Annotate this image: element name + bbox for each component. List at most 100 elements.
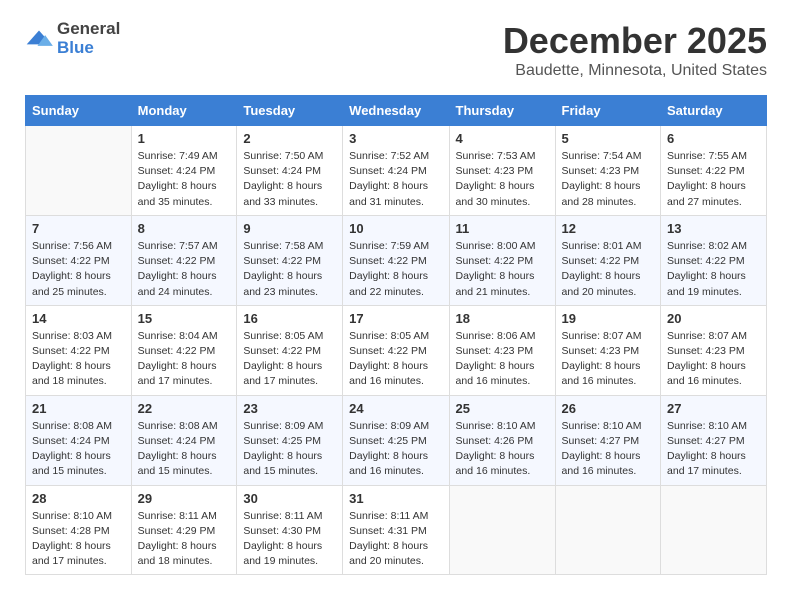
cell-line: Sunrise: 8:10 AM [667,419,760,434]
cell-line: Daylight: 8 hours [562,179,654,194]
cell-line: Daylight: 8 hours [138,449,231,464]
cell-line: Daylight: 8 hours [667,269,760,284]
day-number: 26 [562,401,654,416]
cell-line: Sunset: 4:23 PM [456,164,549,179]
cell-line: Daylight: 8 hours [243,539,336,554]
calendar-cell: 26Sunrise: 8:10 AMSunset: 4:27 PMDayligh… [555,395,660,485]
calendar-cell: 29 Sunrise: 8:11 AMSunset: 4:29 PMDayligh… [131,485,237,575]
cell-line: and 17 minutes. [243,374,336,389]
cell-line: Sunrise: 8:07 AM [562,329,654,344]
cell-line: Daylight: 8 hours [562,359,654,374]
calendar-cell: 22 Sunrise: 8:08 AMSunset: 4:24 PMDayligh… [131,395,237,485]
cell-line: Sunset: 4:24 PM [138,164,231,179]
cell-line: Sunset: 4:27 PM [562,434,654,449]
calendar-cell: 14Sunrise: 8:03 AMSunset: 4:22 PMDayligh… [26,305,132,395]
cell-line: and 15 minutes. [243,464,336,479]
cell-line: Sunrise: 7:53 AM [456,149,549,164]
logo-icon [25,29,53,49]
cell-line: Sunset: 4:22 PM [243,344,336,359]
cell-content: Sunrise: 7:59 AMSunset: 4:22 PMDaylight:… [349,239,442,300]
day-number: 21 [32,401,125,416]
cell-line: Daylight: 8 hours [667,359,760,374]
day-number: 11 [456,221,549,236]
cell-line: Daylight: 8 hours [32,539,125,554]
cell-line: Sunset: 4:22 PM [138,344,231,359]
cell-content: Sunrise: 8:03 AMSunset: 4:22 PMDaylight:… [32,329,125,390]
weekday-header-thursday: Thursday [449,96,555,126]
cell-line: and 16 minutes. [349,374,442,389]
weekday-header-friday: Friday [555,96,660,126]
cell-line: Sunset: 4:23 PM [456,344,549,359]
calendar-cell: 15Sunrise: 8:04 AMSunset: 4:22 PMDayligh… [131,305,237,395]
cell-line: Sunset: 4:22 PM [32,344,125,359]
cell-content: Sunrise: 8:08 AMSunset: 4:24 PMDaylight:… [138,419,231,480]
cell-line: and 16 minutes. [562,464,654,479]
cell-line: Sunrise: 8:10 AM [32,509,125,524]
calendar-cell: 30Sunrise: 8:11 AMSunset: 4:30 PMDayligh… [237,485,343,575]
calendar-cell: 31Sunrise: 8:11 AMSunset: 4:31 PMDayligh… [343,485,449,575]
calendar-cell [661,485,767,575]
day-number: 22 [138,401,231,416]
calendar-cell: 21Sunrise: 8:08 AMSunset: 4:24 PMDayligh… [26,395,132,485]
calendar-cell: 25Sunrise: 8:10 AMSunset: 4:26 PMDayligh… [449,395,555,485]
calendar-week-row: 21 Sunrise: 8:08 AMSunset: 4:24 PMDayligh… [26,395,767,485]
cell-line: and 17 minutes. [667,464,760,479]
calendar-week-row: 14Sunrise: 8:03 AMSunset: 4:22 PMDayligh… [26,305,767,395]
cell-line: and 25 minutes. [32,285,125,300]
calendar-cell: 16Sunrise: 8:05 AMSunset: 4:22 PMDayligh… [237,305,343,395]
cell-content: Sunrise: 8:11 AMSunset: 4:31 PMDaylight:… [349,509,442,570]
cell-line: Sunrise: 7:57 AM [138,239,231,254]
day-number: 29 [138,491,231,506]
page-header: General Blue December 2025 Baudette, Min… [25,20,767,80]
cell-line: Sunrise: 8:11 AM [243,509,336,524]
cell-line: Daylight: 8 hours [349,539,442,554]
day-number: 1 [138,131,231,146]
cell-content: Sunrise: 7:56 AMSunset: 4:22 PMDaylight:… [32,239,125,300]
cell-line: Sunrise: 8:04 AM [138,329,231,344]
calendar-cell: 6Sunrise: 7:55 AMSunset: 4:22 PMDaylight… [661,126,767,216]
cell-content: Sunrise: 8:09 AMSunset: 4:25 PMDaylight:… [243,419,336,480]
cell-line: Sunrise: 8:08 AM [32,419,125,434]
cell-line: Sunset: 4:22 PM [667,164,760,179]
cell-line: Daylight: 8 hours [138,359,231,374]
cell-line: Sunrise: 7:52 AM [349,149,442,164]
cell-line: Daylight: 8 hours [456,179,549,194]
cell-content: Sunrise: 8:11 AMSunset: 4:30 PMDaylight:… [243,509,336,570]
day-number: 10 [349,221,442,236]
cell-line: Sunset: 4:22 PM [138,254,231,269]
cell-line: Sunset: 4:27 PM [667,434,760,449]
weekday-header-wednesday: Wednesday [343,96,449,126]
cell-line: Sunset: 4:22 PM [243,254,336,269]
cell-line: Daylight: 8 hours [349,179,442,194]
cell-line: and 24 minutes. [138,285,231,300]
cell-line: Sunset: 4:26 PM [456,434,549,449]
weekday-header-row: SundayMondayTuesdayWednesdayThursdayFrid… [26,96,767,126]
cell-content: Sunrise: 7:50 AMSunset: 4:24 PMDaylight:… [243,149,336,210]
cell-content: Sunrise: 8:11 AMSunset: 4:29 PMDaylight:… [138,509,231,570]
day-number: 17 [349,311,442,326]
cell-line: Sunrise: 7:55 AM [667,149,760,164]
cell-line: and 16 minutes. [456,374,549,389]
cell-content: Sunrise: 8:09 AMSunset: 4:25 PMDaylight:… [349,419,442,480]
calendar-cell [26,126,132,216]
cell-line: Sunset: 4:25 PM [243,434,336,449]
cell-line: and 33 minutes. [243,195,336,210]
cell-line: Sunrise: 7:59 AM [349,239,442,254]
day-number: 2 [243,131,336,146]
cell-line: Sunset: 4:22 PM [32,254,125,269]
calendar-cell: 2 Sunrise: 7:50 AMSunset: 4:24 PMDaylight… [237,126,343,216]
cell-line: and 16 minutes. [456,464,549,479]
cell-line: Sunrise: 8:02 AM [667,239,760,254]
cell-line: Daylight: 8 hours [349,269,442,284]
day-number: 7 [32,221,125,236]
cell-content: Sunrise: 8:05 AMSunset: 4:22 PMDaylight:… [243,329,336,390]
cell-line: and 21 minutes. [456,285,549,300]
weekday-header-saturday: Saturday [661,96,767,126]
calendar-cell: 12Sunrise: 8:01 AMSunset: 4:22 PMDayligh… [555,215,660,305]
weekday-header-monday: Monday [131,96,237,126]
calendar-cell: 27Sunrise: 8:10 AMSunset: 4:27 PMDayligh… [661,395,767,485]
day-number: 23 [243,401,336,416]
calendar-cell: 19Sunrise: 8:07 AMSunset: 4:23 PMDayligh… [555,305,660,395]
day-number: 28 [32,491,125,506]
calendar-cell: 23 Sunrise: 8:09 AMSunset: 4:25 PMDayligh… [237,395,343,485]
